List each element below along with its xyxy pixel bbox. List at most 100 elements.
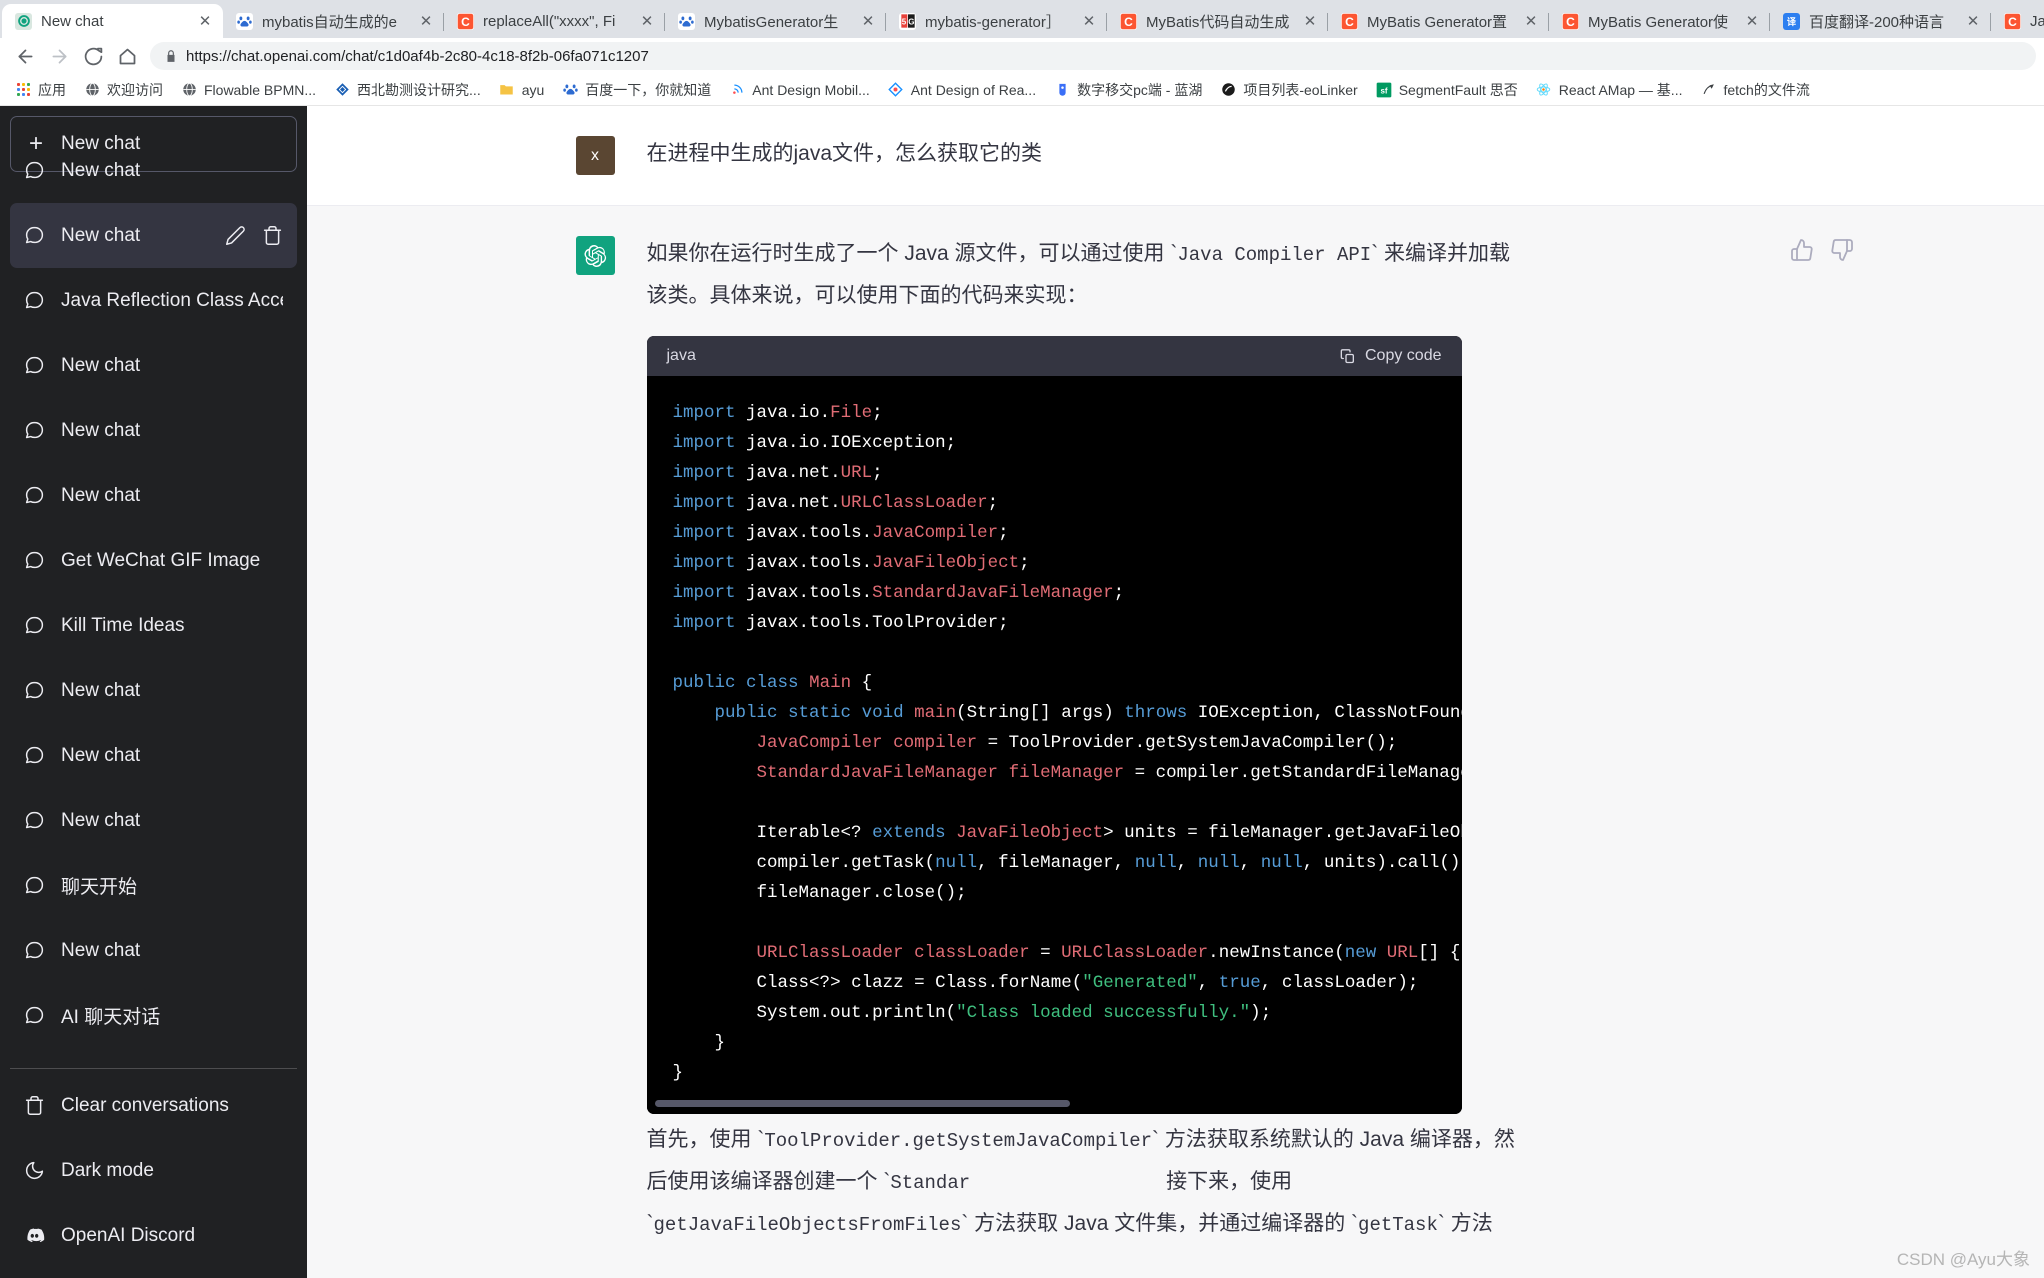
browser-tab[interactable]: mybatis自动生成的e ✕: [223, 4, 444, 38]
tab-title: MyBatis代码自动生成: [1146, 13, 1290, 31]
browser-tab[interactable]: C MyBatis Generator使 ✕: [1548, 4, 1770, 38]
bookmark-item[interactable]: 应用: [6, 77, 75, 103]
code-line: import javax.tools.ToolProvider;: [672, 613, 1009, 634]
tab-close-icon[interactable]: ✕: [197, 13, 213, 29]
conversation-item[interactable]: New chat: [10, 398, 297, 463]
browser-tab[interactable]: C MyBatis代码自动生成 ✕: [1106, 4, 1328, 38]
bookmark-item[interactable]: Ant Design Mobil...: [720, 79, 879, 101]
bookmark-item[interactable]: 欢迎访问: [75, 77, 172, 103]
bookmark-label: React AMap — 基...: [1558, 81, 1683, 98]
code-line: Class<?> clazz = Class.forName("Generate…: [756, 973, 1419, 994]
bookmark-item[interactable]: sf SegmentFault 思否: [1367, 77, 1527, 103]
conversation-item[interactable]: AI 聊天对话: [10, 983, 297, 1048]
tab-close-icon[interactable]: ✕: [639, 13, 655, 29]
tab-close-icon[interactable]: ✕: [418, 13, 434, 29]
browser-tab[interactable]: C Ja: [1990, 4, 2044, 38]
home-button[interactable]: [110, 39, 144, 73]
conversation-item[interactable]: Kill Time Ideas: [10, 593, 297, 658]
conversation-label: New chat: [61, 679, 141, 701]
browser-tab[interactable]: MybatisGenerator生 ✕: [664, 4, 886, 38]
tab-close-icon[interactable]: ✕: [1523, 13, 1539, 29]
conversation-item[interactable]: New chat: [10, 918, 297, 983]
user-message-text: 在进程中生成的java文件，怎么获取它的类: [646, 142, 1043, 165]
conversation-label: New chat: [61, 744, 141, 766]
message-user: x 在进程中生成的java文件，怎么获取它的类: [307, 106, 2044, 205]
fetch-icon: [1700, 82, 1716, 98]
conversation-list[interactable]: New chat New chat Java Reflection Class Ac…: [10, 138, 297, 1068]
bookmark-label: Ant Design of Rea...: [910, 81, 1037, 98]
code-line: }: [714, 1033, 726, 1054]
github-icon: 5G: [899, 12, 916, 30]
conversation-item[interactable]: New chat: [10, 723, 297, 788]
sidebar-footer-item[interactable]: Dark mode: [10, 1138, 297, 1203]
explain-l1-a: 首先，使用 `: [646, 1128, 765, 1152]
bookmark-label: 西北勘测设计研究...: [357, 81, 481, 98]
sidebar-footer-item[interactable]: Clear conversations: [10, 1073, 297, 1138]
sidebar-footer-item[interactable]: OpenAI Discord: [10, 1203, 297, 1268]
browser-tab[interactable]: C MyBatis Generator置 ✕: [1327, 4, 1549, 38]
csdn-watermark: CSDN @Ayu大象: [1896, 1250, 2030, 1269]
code-line: public class Main {: [672, 673, 873, 694]
bookmark-item[interactable]: 数字移交pc端 - 蓝湖: [1045, 77, 1211, 103]
chat-bubble-icon: [25, 356, 44, 374]
bookmark-item[interactable]: ayu: [490, 79, 554, 101]
browser-tab[interactable]: 译 百度翻译-200种语言 ✕: [1769, 4, 1991, 38]
chatgpt-sidebar: + New chat New chat New chat Java Reflecti…: [0, 106, 307, 1278]
edit-pencil-icon[interactable]: [225, 225, 246, 246]
tab-close-icon[interactable]: ✕: [1302, 13, 1318, 29]
conversation-label: New chat: [61, 159, 141, 181]
tab-close-icon[interactable]: ✕: [1965, 13, 1981, 29]
conversation-item[interactable]: 聊天开始: [10, 853, 297, 918]
browser-tab[interactable]: New chat ✕: [2, 4, 223, 38]
conversation-item[interactable]: New chat: [10, 463, 297, 528]
bookmark-item[interactable]: fetch的文件流: [1691, 77, 1818, 103]
back-button[interactable]: [8, 39, 42, 73]
forward-button[interactable]: [42, 39, 76, 73]
conversation-item[interactable]: New chat: [10, 203, 297, 268]
delete-trash-icon[interactable]: [262, 225, 283, 246]
conversation-label: New chat: [61, 484, 141, 506]
conversation-item[interactable]: New chat: [10, 658, 297, 723]
browser-tab[interactable]: CreplaceAll("xxxx", Fi ✕: [443, 4, 665, 38]
eolinker-icon: [1220, 82, 1236, 98]
code-horizontal-scrollbar[interactable]: [646, 1096, 1462, 1115]
code-block: java Copy code import java.io.File; impor…: [646, 336, 1462, 1115]
copy-code-button[interactable]: Copy code: [1340, 342, 1442, 370]
code-scrollbar-thumb[interactable]: [654, 1100, 1070, 1108]
tab-close-icon[interactable]: ✕: [1744, 13, 1760, 29]
bookmark-item[interactable]: 西北勘测设计研究...: [325, 77, 490, 103]
thumbs-down-icon[interactable]: [1830, 238, 1854, 262]
svg-text:C: C: [1566, 14, 1575, 28]
chat-bubble-icon: [25, 421, 44, 439]
conversation-item[interactable]: Java Reflection Class Access: [10, 268, 297, 333]
bookmark-item[interactable]: 项目列表-eoLinker: [1211, 77, 1366, 103]
conversation-item[interactable]: New chat: [10, 788, 297, 853]
conversation-item[interactable]: New chat: [10, 333, 297, 398]
conversation-item[interactable]: Get WeChat GIF Image: [10, 528, 297, 593]
chat-bubble-icon: [25, 486, 44, 504]
bookmark-item[interactable]: Ant Design of Rea...: [879, 79, 1045, 101]
bookmark-label: 欢迎访问: [107, 81, 163, 98]
delete-trash-icon: [25, 1096, 44, 1115]
explain-l1-b: ` 方法获取系统默认的 Java 编译器，然: [1152, 1128, 1515, 1152]
code-line: URLClassLoader classLoader = URLClassLoa…: [756, 943, 1461, 964]
bookmark-item[interactable]: Flowable BPMN...: [172, 79, 325, 101]
bookmark-label: 百度一下，你就知道: [585, 81, 712, 98]
svg-text:C: C: [1124, 14, 1133, 28]
bookmark-item[interactable]: 百度一下，你就知道: [553, 77, 720, 103]
antd-mobile-icon: [729, 82, 745, 98]
address-bar[interactable]: https://chat.openai.com/chat/c1d0af4b-2c…: [150, 42, 2036, 70]
openai-icon: [15, 12, 32, 30]
browser-tab[interactable]: 5 Gmybatis-generator］ ✕: [885, 4, 1107, 38]
tab-close-icon[interactable]: ✕: [1081, 13, 1097, 29]
chat-bubble-icon: [25, 681, 44, 699]
bookmark-label: 应用: [38, 81, 66, 98]
reload-button[interactable]: [76, 39, 110, 73]
thumbs-up-icon[interactable]: [1790, 238, 1814, 262]
conversation-label: Kill Time Ideas: [61, 614, 185, 636]
chat-bubble-icon: [25, 746, 44, 764]
tab-close-icon[interactable]: ✕: [860, 13, 876, 29]
segmentfault-icon: sf: [1376, 82, 1392, 98]
conversation-item[interactable]: New chat: [10, 138, 297, 203]
bookmark-item[interactable]: React AMap — 基...: [1527, 77, 1692, 103]
